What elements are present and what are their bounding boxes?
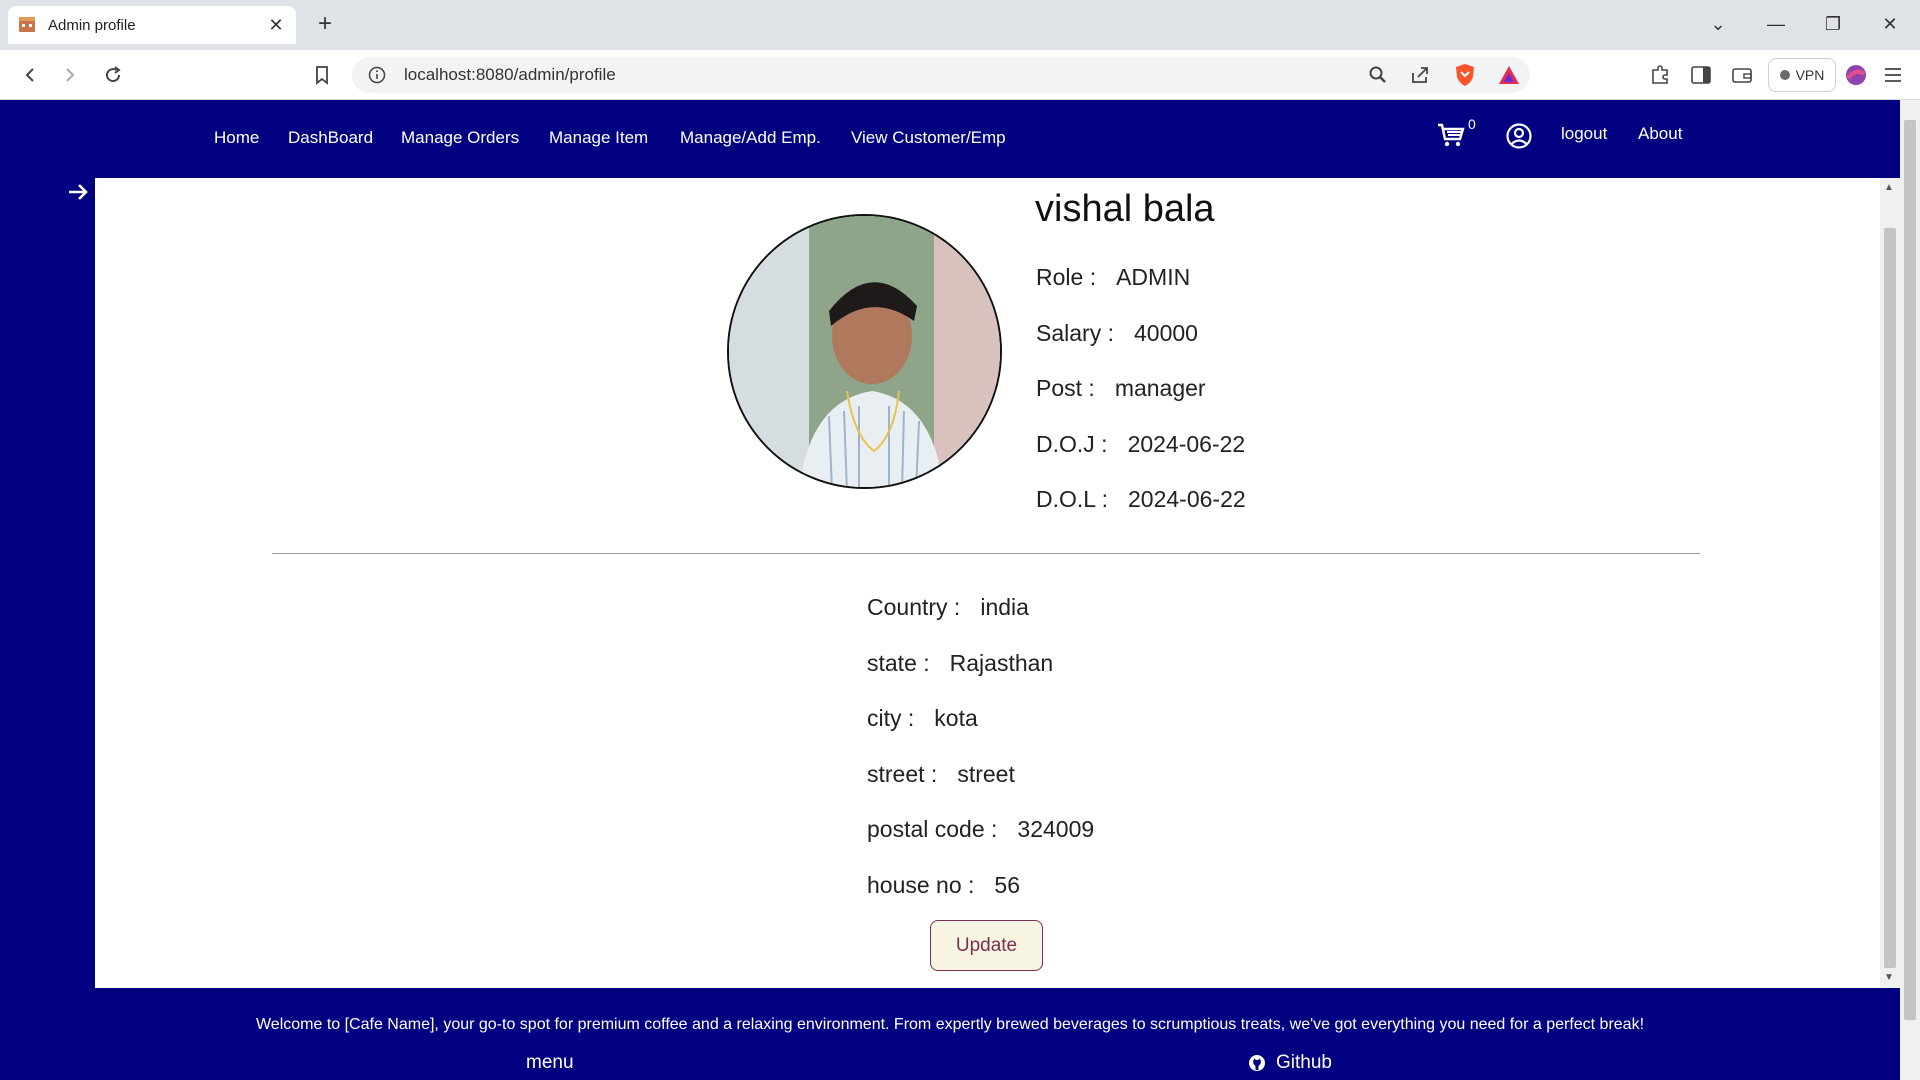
role-value: ADMIN xyxy=(1116,264,1191,290)
site-info-icon[interactable] xyxy=(368,66,386,84)
post-label: Post : xyxy=(1036,375,1095,401)
github-icon xyxy=(1249,1055,1265,1071)
wallet-icon[interactable] xyxy=(1726,59,1758,91)
sidebar-icon[interactable] xyxy=(1685,59,1717,91)
postal-code-field: postal code : 324009 xyxy=(867,816,1094,843)
menu-icon[interactable] xyxy=(1877,59,1909,91)
footer-github-link[interactable]: Github xyxy=(1248,1052,1332,1074)
scrollbar-thumb[interactable] xyxy=(1884,228,1896,968)
github-label: Github xyxy=(1276,1052,1332,1073)
update-button[interactable]: Update xyxy=(930,920,1043,971)
role-field: Role : ADMIN xyxy=(1036,264,1190,291)
salary-label: Salary : xyxy=(1036,320,1114,346)
city-value: kota xyxy=(934,705,978,731)
cart-count-badge: 0 xyxy=(1468,116,1476,132)
brave-shield-icon[interactable] xyxy=(1449,59,1481,91)
nav-view-customer-emp-link[interactable]: View Customer/Emp xyxy=(851,128,1006,148)
app-header: Home DashBoard Manage Orders Manage Item… xyxy=(0,100,1900,178)
salary-field: Salary : 40000 xyxy=(1036,320,1198,347)
state-value: Rajasthan xyxy=(949,650,1054,676)
user-circle-icon[interactable] xyxy=(1505,122,1533,150)
extensions-icon[interactable] xyxy=(1644,59,1676,91)
dol-label: D.O.L : xyxy=(1036,486,1108,512)
bookmark-icon[interactable] xyxy=(309,62,335,88)
back-icon[interactable] xyxy=(17,62,43,88)
nav-manage-orders-link[interactable]: Manage Orders xyxy=(401,128,519,148)
street-field: street : street xyxy=(867,761,1015,788)
nav-manage-add-emp-link[interactable]: Manage/Add Emp. xyxy=(680,128,821,148)
browser-tab-bar: Admin profile ✕ + ⌄ — ❐ ✕ xyxy=(0,0,1920,50)
forward-icon[interactable] xyxy=(57,62,83,88)
house-no-label: house no : xyxy=(867,872,975,898)
url-text: localhost:8080/admin/profile xyxy=(404,65,616,84)
about-link[interactable]: About xyxy=(1638,124,1682,144)
street-label: street : xyxy=(867,761,938,787)
cart-icon[interactable] xyxy=(1436,120,1466,150)
city-label: city : xyxy=(867,705,915,731)
close-window-icon[interactable]: ✕ xyxy=(1875,12,1905,36)
new-tab-icon[interactable]: + xyxy=(312,10,338,38)
browser-toolbar: localhost:8080/admin/profile VPN xyxy=(0,50,1920,100)
tab-favicon-icon xyxy=(18,16,36,34)
street-value: street xyxy=(957,761,1015,787)
role-label: Role : xyxy=(1036,264,1097,290)
salary-value: 40000 xyxy=(1133,320,1198,346)
doj-label: D.O.J : xyxy=(1036,431,1108,457)
doj-field: D.O.J : 2024-06-22 xyxy=(1036,431,1245,458)
tab-search-icon[interactable]: ⌄ xyxy=(1703,12,1733,36)
restore-icon[interactable]: ❐ xyxy=(1818,12,1848,36)
postal-code-value: 324009 xyxy=(1017,816,1095,842)
vpn-button[interactable]: VPN xyxy=(1768,58,1836,92)
nav-dashboard-link[interactable]: DashBoard xyxy=(288,128,373,148)
post-field: Post : manager xyxy=(1036,375,1206,402)
house-no-value: 56 xyxy=(994,872,1021,898)
house-no-field: house no : 56 xyxy=(867,872,1020,899)
post-value: manager xyxy=(1114,375,1206,401)
page-scrollbar[interactable] xyxy=(1900,100,1920,1080)
close-tab-icon[interactable]: ✕ xyxy=(266,15,286,36)
country-label: Country : xyxy=(867,594,961,620)
state-label: state : xyxy=(867,650,930,676)
city-field: city : kota xyxy=(867,705,978,732)
footer-menu-link[interactable]: menu xyxy=(526,1052,574,1074)
nav-home-link[interactable]: Home xyxy=(214,128,259,148)
inner-scrollbar[interactable]: ▲ ▼ xyxy=(1880,178,1900,988)
reload-icon[interactable] xyxy=(100,62,126,88)
country-field: Country : india xyxy=(867,594,1029,621)
vpn-label: VPN xyxy=(1795,67,1825,83)
scroll-up-icon[interactable]: ▲ xyxy=(1884,182,1894,193)
browser-tab[interactable]: Admin profile ✕ xyxy=(8,6,296,44)
doj-value: 2024-06-22 xyxy=(1127,431,1246,457)
address-bar[interactable]: localhost:8080/admin/profile xyxy=(352,57,1530,93)
state-field: state : Rajasthan xyxy=(867,650,1053,677)
dol-value: 2024-06-22 xyxy=(1128,486,1246,512)
minimize-icon[interactable]: — xyxy=(1761,12,1791,36)
scroll-down-icon[interactable]: ▼ xyxy=(1884,972,1894,983)
tab-title: Admin profile xyxy=(48,16,136,34)
profile-avatar xyxy=(727,214,1002,489)
page-scrollbar-thumb[interactable] xyxy=(1904,120,1916,1020)
footer-welcome-text: Welcome to [Cafe Name], your go-to spot … xyxy=(255,1016,1645,1033)
zoom-icon[interactable] xyxy=(1362,59,1394,91)
vpn-status-icon xyxy=(1779,70,1790,80)
country-value: india xyxy=(980,594,1029,620)
nav-manage-item-link[interactable]: Manage Item xyxy=(549,128,648,148)
section-divider xyxy=(272,553,1700,554)
profile-icon[interactable] xyxy=(1840,59,1872,91)
arrow-right-icon[interactable] xyxy=(66,180,90,204)
rewards-icon[interactable] xyxy=(1493,59,1525,91)
postal-code-label: postal code : xyxy=(867,816,998,842)
dol-field: D.O.L : 2024-06-22 xyxy=(1036,486,1246,513)
profile-name: vishal bala xyxy=(1035,188,1215,230)
logout-link[interactable]: logout xyxy=(1561,124,1607,144)
share-icon[interactable] xyxy=(1404,59,1436,91)
